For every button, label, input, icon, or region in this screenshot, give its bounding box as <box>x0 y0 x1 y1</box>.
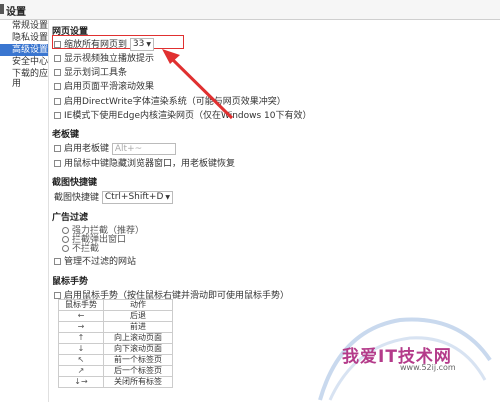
watermark-url: www.52ij.com <box>400 363 456 372</box>
arrow-head <box>162 49 180 64</box>
watermark: 我爱IT技术网 www.52ij.com <box>300 300 500 402</box>
arrow-shaft <box>168 55 234 120</box>
